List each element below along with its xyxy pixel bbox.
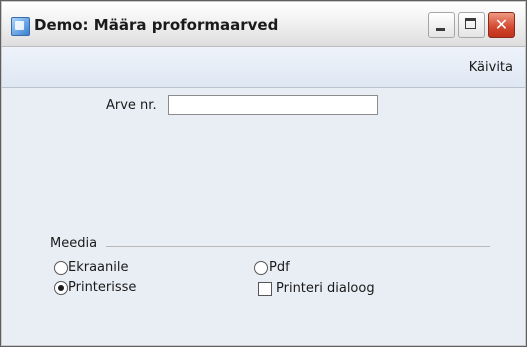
maximize-button[interactable] [458,12,485,38]
close-button[interactable]: ✕ [488,12,515,38]
printer-dialog-label: Printeri dialoog [276,281,375,296]
radio-screen[interactable] [54,261,68,275]
media-section-divider [106,246,490,247]
radio-printer-label: Printerisse [68,280,137,295]
close-icon: ✕ [494,15,509,34]
form-area: Arve nr. Meedia Ekraanile Printerisse Pd… [2,88,525,345]
invoice-number-label: Arve nr. [106,98,157,113]
printer-dialog-checkbox[interactable] [258,282,272,296]
app-icon [11,17,30,36]
radio-pdf[interactable] [254,261,268,275]
toolbar: Käivita [2,47,525,88]
maximize-icon [465,18,476,29]
invoice-number-input[interactable] [168,95,378,115]
report-window: Demo: Määra proformaarved ✕ Käivita Arve… [0,0,527,347]
media-section-title: Meedia [50,236,98,251]
radio-pdf-label: Pdf [269,260,290,275]
window-title: Demo: Määra proformaarved [34,16,279,34]
run-button[interactable]: Käivita [469,60,513,75]
radio-screen-label: Ekraanile [68,260,129,275]
minimize-icon [436,28,445,31]
title-bar[interactable]: Demo: Määra proformaarved ✕ [2,2,525,47]
radio-printer[interactable] [54,281,68,295]
minimize-button[interactable] [428,12,455,38]
